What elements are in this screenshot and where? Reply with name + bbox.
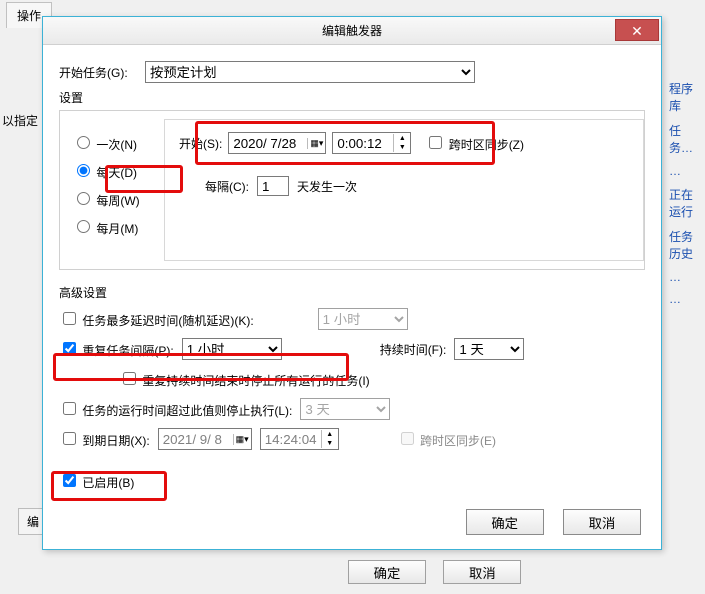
bg-side2: 任务… xyxy=(669,122,701,156)
bg-cancel-button[interactable]: 取消 xyxy=(443,560,521,584)
expire-date-picker: ▦▾ xyxy=(158,428,252,450)
schedule-detail-group: 开始(S): ▦▾ ▲▼ 跨时区同步(Z) 每隔(C): 天发生一次 xyxy=(164,119,644,261)
start-time-input[interactable] xyxy=(333,134,393,152)
delay-checkbox[interactable]: 任务最多延迟时间(随机延迟)(K): xyxy=(59,309,254,329)
time-spinner: ▲▼ xyxy=(321,430,338,448)
enabled-checkbox[interactable]: 已启用(B) xyxy=(59,471,134,491)
delay-select: 1 小时 xyxy=(318,308,408,330)
bg-side6: … xyxy=(669,270,701,284)
duration-label: 持续时间(F): xyxy=(380,341,447,358)
expire-sync-checkbox: 跨时区同步(E) xyxy=(397,429,496,449)
dialog-titlebar: 编辑触发器 ✕ xyxy=(43,17,661,45)
close-icon: ✕ xyxy=(631,23,643,39)
time-spinner[interactable]: ▲▼ xyxy=(393,134,410,152)
start-date-picker[interactable]: ▦▾ xyxy=(228,132,326,154)
every-label: 每隔(C): xyxy=(205,178,249,195)
every-suffix: 天发生一次 xyxy=(297,178,357,195)
settings-label: 设置 xyxy=(59,89,645,106)
repeat-interval-select[interactable]: 1 小时 xyxy=(182,338,282,360)
advanced-settings-label: 高级设置 xyxy=(59,284,645,301)
start-time-picker[interactable]: ▲▼ xyxy=(332,132,411,154)
bg-bottom-buttons: 确定 取消 xyxy=(348,560,535,584)
bg-side3: … xyxy=(669,164,701,178)
edit-trigger-dialog: 编辑触发器 ✕ 开始任务(G): 按预定计划 设置 一次(N) 每天(D) 每周… xyxy=(42,16,662,550)
timeout-select: 3 天 xyxy=(300,398,390,420)
begin-task-label: 开始任务(G): xyxy=(59,64,145,81)
bg-right-panel: 程序库 任务… … 正在运行 任务历史 … … xyxy=(665,72,705,314)
radio-once[interactable]: 一次(N) xyxy=(72,133,140,153)
expire-date-input xyxy=(159,430,233,448)
calendar-icon[interactable]: ▦▾ xyxy=(307,138,325,149)
bg-side5: 任务历史 xyxy=(669,228,701,262)
radio-monthly[interactable]: 每月(M) xyxy=(72,217,140,237)
expire-time-picker: ▲▼ xyxy=(260,428,339,450)
stop-all-checkbox[interactable]: 重复持续时间结束时停止所有运行的任务(I) xyxy=(119,369,370,389)
repeat-interval-checkbox[interactable]: 重复任务间隔(P): xyxy=(59,339,174,359)
bg-side7: … xyxy=(669,292,701,306)
radio-weekly[interactable]: 每周(W) xyxy=(72,189,140,209)
ok-button[interactable]: 确定 xyxy=(466,509,544,535)
start-label: 开始(S): xyxy=(179,135,222,152)
expire-checkbox[interactable]: 到期日期(X): xyxy=(59,429,150,449)
close-button[interactable]: ✕ xyxy=(615,19,659,41)
every-input[interactable] xyxy=(257,176,289,196)
bg-side4: 正在运行 xyxy=(669,186,701,220)
dialog-title: 编辑触发器 xyxy=(322,24,382,38)
begin-task-select[interactable]: 按预定计划 xyxy=(145,61,475,83)
bg-hint-text: 以指定 xyxy=(2,112,38,129)
timeout-checkbox[interactable]: 任务的运行时间超过此值则停止执行(L): xyxy=(59,399,292,419)
bg-side1: 程序库 xyxy=(669,80,701,114)
sync-tz-checkbox[interactable]: 跨时区同步(Z) xyxy=(425,133,524,153)
radio-daily[interactable]: 每天(D) xyxy=(72,161,140,181)
cancel-button[interactable]: 取消 xyxy=(563,509,641,535)
duration-select[interactable]: 1 天 xyxy=(454,338,524,360)
start-date-input[interactable] xyxy=(229,134,307,152)
settings-group: 一次(N) 每天(D) 每周(W) 每月(M) 开始(S): ▦▾ ▲▼ xyxy=(59,110,645,270)
expire-time-input xyxy=(261,430,321,448)
bg-ok-button[interactable]: 确定 xyxy=(348,560,426,584)
calendar-icon: ▦▾ xyxy=(233,434,251,445)
